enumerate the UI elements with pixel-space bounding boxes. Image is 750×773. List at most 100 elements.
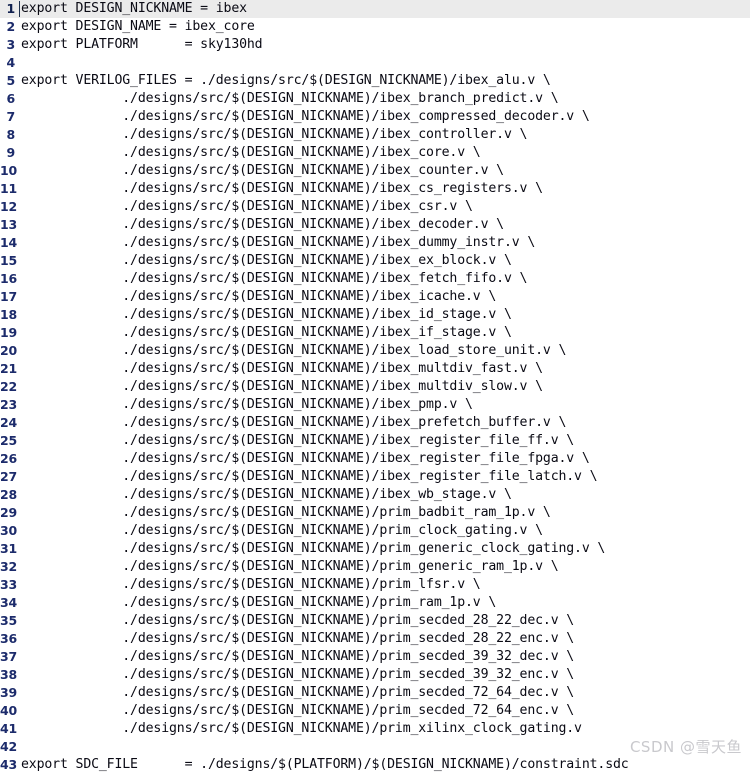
code-line-text[interactable]: export DESIGN_NAME = ibex_core xyxy=(17,18,750,36)
code-line[interactable]: 10 ./designs/src/$(DESIGN_NICKNAME)/ibex… xyxy=(0,162,750,180)
code-line-text[interactable]: ./designs/src/$(DESIGN_NICKNAME)/prim_se… xyxy=(17,666,750,684)
code-line[interactable]: 36 ./designs/src/$(DESIGN_NICKNAME)/prim… xyxy=(0,630,750,648)
code-line-text[interactable]: ./designs/src/$(DESIGN_NICKNAME)/ibex_id… xyxy=(17,306,750,324)
code-line[interactable]: 25 ./designs/src/$(DESIGN_NICKNAME)/ibex… xyxy=(0,432,750,450)
code-line-text[interactable]: ./designs/src/$(DESIGN_NICKNAME)/prim_ra… xyxy=(17,594,750,612)
code-line-text[interactable]: ./designs/src/$(DESIGN_NICKNAME)/ibex_ic… xyxy=(17,288,750,306)
code-line[interactable]: 5 export VERILOG_FILES = ./designs/src/$(… xyxy=(0,72,750,90)
line-number: 40 xyxy=(0,703,17,718)
code-editor[interactable]: 1 export DESIGN_NICKNAME = ibex 2 export DE… xyxy=(0,0,750,773)
code-line-text[interactable]: ./designs/src/$(DESIGN_NICKNAME)/ibex_cs… xyxy=(17,198,750,216)
code-line-text[interactable]: ./designs/src/$(DESIGN_NICKNAME)/prim_ba… xyxy=(17,504,750,522)
code-line[interactable]: 28 ./designs/src/$(DESIGN_NICKNAME)/ibex… xyxy=(0,486,750,504)
code-line[interactable]: 34 ./designs/src/$(DESIGN_NICKNAME)/prim… xyxy=(0,594,750,612)
code-line[interactable]: 3 export PLATFORM = sky130hd xyxy=(0,36,750,54)
code-line-text[interactable]: ./designs/src/$(DESIGN_NICKNAME)/ibex_co… xyxy=(17,144,750,162)
code-line[interactable]: 13 ./designs/src/$(DESIGN_NICKNAME)/ibex… xyxy=(0,216,750,234)
code-line[interactable]: 37 ./designs/src/$(DESIGN_NICKNAME)/prim… xyxy=(0,648,750,666)
code-line[interactable]: 16 ./designs/src/$(DESIGN_NICKNAME)/ibex… xyxy=(0,270,750,288)
code-line[interactable]: 31 ./designs/src/$(DESIGN_NICKNAME)/prim… xyxy=(0,540,750,558)
code-line-text[interactable]: export DESIGN_NICKNAME = ibex xyxy=(17,0,750,18)
code-line[interactable]: 19 ./designs/src/$(DESIGN_NICKNAME)/ibex… xyxy=(0,324,750,342)
code-line-text[interactable]: ./designs/src/$(DESIGN_NICKNAME)/ibex_lo… xyxy=(17,342,750,360)
code-line[interactable]: 21 ./designs/src/$(DESIGN_NICKNAME)/ibex… xyxy=(0,360,750,378)
code-line-text[interactable]: ./designs/src/$(DESIGN_NICKNAME)/ibex_mu… xyxy=(17,360,750,378)
code-line[interactable]: 35 ./designs/src/$(DESIGN_NICKNAME)/prim… xyxy=(0,612,750,630)
code-line-text[interactable]: ./designs/src/$(DESIGN_NICKNAME)/ibex_fe… xyxy=(17,270,750,288)
code-line-text[interactable]: ./designs/src/$(DESIGN_NICKNAME)/prim_se… xyxy=(17,684,750,702)
code-line-text[interactable]: ./designs/src/$(DESIGN_NICKNAME)/ibex_if… xyxy=(17,324,750,342)
code-line-text[interactable]: ./designs/src/$(DESIGN_NICKNAME)/prim_se… xyxy=(17,630,750,648)
line-number: 34 xyxy=(0,595,17,610)
code-line-text[interactable]: ./designs/src/$(DESIGN_NICKNAME)/prim_se… xyxy=(17,648,750,666)
line-number: 35 xyxy=(0,613,17,628)
line-number: 30 xyxy=(0,523,17,538)
code-line[interactable]: 30 ./designs/src/$(DESIGN_NICKNAME)/prim… xyxy=(0,522,750,540)
line-number: 4 xyxy=(6,55,16,70)
code-line[interactable]: 41 ./designs/src/$(DESIGN_NICKNAME)/prim… xyxy=(0,720,750,738)
code-line[interactable]: 7 ./designs/src/$(DESIGN_NICKNAME)/ibex_… xyxy=(0,108,750,126)
code-line[interactable]: 22 ./designs/src/$(DESIGN_NICKNAME)/ibex… xyxy=(0,378,750,396)
line-number: 8 xyxy=(6,127,16,142)
code-line[interactable]: 43 export SDC_FILE = ./designs/$(PLATFORM… xyxy=(0,756,750,773)
code-line[interactable]: 42 xyxy=(0,738,750,756)
line-number: 2 xyxy=(6,19,16,34)
code-line[interactable]: 17 ./designs/src/$(DESIGN_NICKNAME)/ibex… xyxy=(0,288,750,306)
code-line[interactable]: 18 ./designs/src/$(DESIGN_NICKNAME)/ibex… xyxy=(0,306,750,324)
code-line-text[interactable]: ./designs/src/$(DESIGN_NICKNAME)/prim_lf… xyxy=(17,576,750,594)
line-number: 23 xyxy=(0,397,17,412)
code-line-text[interactable]: ./designs/src/$(DESIGN_NICKNAME)/ibex_co… xyxy=(17,108,750,126)
code-line[interactable]: 9 ./designs/src/$(DESIGN_NICKNAME)/ibex_… xyxy=(0,144,750,162)
code-line-text[interactable]: ./designs/src/$(DESIGN_NICKNAME)/ibex_mu… xyxy=(17,378,750,396)
code-line[interactable]: 32 ./designs/src/$(DESIGN_NICKNAME)/prim… xyxy=(0,558,750,576)
code-line[interactable]: 23 ./designs/src/$(DESIGN_NICKNAME)/ibex… xyxy=(0,396,750,414)
code-line[interactable]: 33 ./designs/src/$(DESIGN_NICKNAME)/prim… xyxy=(0,576,750,594)
code-line-text[interactable]: ./designs/src/$(DESIGN_NICKNAME)/ibex_co… xyxy=(17,126,750,144)
code-line[interactable]: 14 ./designs/src/$(DESIGN_NICKNAME)/ibex… xyxy=(0,234,750,252)
code-line[interactable]: 26 ./designs/src/$(DESIGN_NICKNAME)/ibex… xyxy=(0,450,750,468)
code-line-text[interactable]: export PLATFORM = sky130hd xyxy=(17,36,750,54)
code-line-text[interactable]: ./designs/src/$(DESIGN_NICKNAME)/ibex_ex… xyxy=(17,252,750,270)
code-line[interactable]: 6 ./designs/src/$(DESIGN_NICKNAME)/ibex_… xyxy=(0,90,750,108)
code-line-text[interactable]: ./designs/src/$(DESIGN_NICKNAME)/ibex_de… xyxy=(17,216,750,234)
code-line[interactable]: 11 ./designs/src/$(DESIGN_NICKNAME)/ibex… xyxy=(0,180,750,198)
code-line-text[interactable]: ./designs/src/$(DESIGN_NICKNAME)/ibex_re… xyxy=(17,450,750,468)
code-line-text[interactable]: ./designs/src/$(DESIGN_NICKNAME)/prim_ge… xyxy=(17,558,750,576)
code-line-list[interactable]: 1 export DESIGN_NICKNAME = ibex 2 export DE… xyxy=(0,0,750,773)
code-line-text[interactable]: ./designs/src/$(DESIGN_NICKNAME)/ibex_br… xyxy=(17,90,750,108)
line-number: 18 xyxy=(0,307,17,322)
code-line[interactable]: 20 ./designs/src/$(DESIGN_NICKNAME)/ibex… xyxy=(0,342,750,360)
code-line-text[interactable]: ./designs/src/$(DESIGN_NICKNAME)/prim_cl… xyxy=(17,522,750,540)
code-line-text[interactable]: ./designs/src/$(DESIGN_NICKNAME)/ibex_du… xyxy=(17,234,750,252)
code-line-text[interactable]: ./designs/src/$(DESIGN_NICKNAME)/prim_se… xyxy=(17,612,750,630)
code-line-text[interactable]: ./designs/src/$(DESIGN_NICKNAME)/ibex_cs… xyxy=(17,180,750,198)
code-line-text[interactable]: export SDC_FILE = ./designs/$(PLATFORM)/… xyxy=(17,756,750,773)
code-line[interactable]: 29 ./designs/src/$(DESIGN_NICKNAME)/prim… xyxy=(0,504,750,522)
line-number: 3 xyxy=(6,37,16,52)
code-line-text[interactable]: export VERILOG_FILES = ./designs/src/$(D… xyxy=(17,72,750,90)
code-line[interactable]: 2 export DESIGN_NAME = ibex_core xyxy=(0,18,750,36)
code-line-text[interactable]: ./designs/src/$(DESIGN_NICKNAME)/prim_ge… xyxy=(17,540,750,558)
line-number: 20 xyxy=(0,343,17,358)
code-line[interactable]: 15 ./designs/src/$(DESIGN_NICKNAME)/ibex… xyxy=(0,252,750,270)
code-line-text[interactable]: ./designs/src/$(DESIGN_NICKNAME)/ibex_re… xyxy=(17,468,750,486)
code-line[interactable]: 12 ./designs/src/$(DESIGN_NICKNAME)/ibex… xyxy=(0,198,750,216)
code-line[interactable]: 27 ./designs/src/$(DESIGN_NICKNAME)/ibex… xyxy=(0,468,750,486)
code-line[interactable]: 38 ./designs/src/$(DESIGN_NICKNAME)/prim… xyxy=(0,666,750,684)
code-line-text[interactable]: ./designs/src/$(DESIGN_NICKNAME)/prim_xi… xyxy=(17,720,750,738)
code-line-text[interactable]: ./designs/src/$(DESIGN_NICKNAME)/ibex_re… xyxy=(17,432,750,450)
code-line[interactable]: 40 ./designs/src/$(DESIGN_NICKNAME)/prim… xyxy=(0,702,750,720)
code-line-text[interactable]: ./designs/src/$(DESIGN_NICKNAME)/ibex_wb… xyxy=(17,486,750,504)
code-line[interactable]: 1 export DESIGN_NICKNAME = ibex xyxy=(0,0,750,18)
code-line-text[interactable]: ./designs/src/$(DESIGN_NICKNAME)/ibex_pm… xyxy=(17,396,750,414)
code-line[interactable]: 24 ./designs/src/$(DESIGN_NICKNAME)/ibex… xyxy=(0,414,750,432)
line-number: 11 xyxy=(0,181,17,196)
code-line[interactable]: 8 ./designs/src/$(DESIGN_NICKNAME)/ibex_… xyxy=(0,126,750,144)
code-line[interactable]: 39 ./designs/src/$(DESIGN_NICKNAME)/prim… xyxy=(0,684,750,702)
line-number: 27 xyxy=(0,469,17,484)
code-line[interactable]: 4 xyxy=(0,54,750,72)
code-line-text[interactable]: ./designs/src/$(DESIGN_NICKNAME)/prim_se… xyxy=(17,702,750,720)
code-line-text[interactable]: ./designs/src/$(DESIGN_NICKNAME)/ibex_pr… xyxy=(17,414,750,432)
line-number: 39 xyxy=(0,685,17,700)
code-line-text[interactable]: ./designs/src/$(DESIGN_NICKNAME)/ibex_co… xyxy=(17,162,750,180)
